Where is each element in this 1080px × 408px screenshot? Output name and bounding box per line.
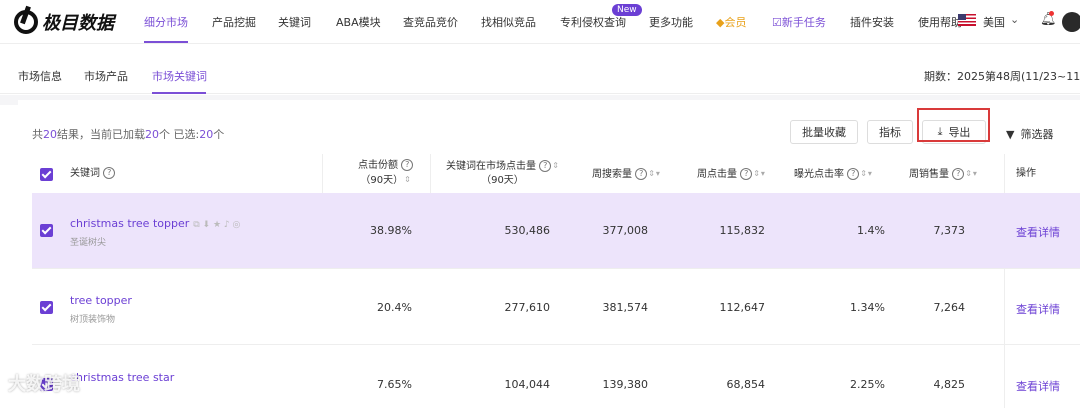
avatar[interactable]	[1062, 12, 1080, 32]
help-icon: ?	[103, 167, 116, 179]
new-badge: New	[612, 4, 642, 16]
keyword-translation: 圣诞树尖	[70, 238, 107, 248]
keyword-link[interactable]: tree topper	[70, 294, 132, 307]
us-flag-icon[interactable]	[958, 14, 976, 26]
market-clicks-value: 277,610	[504, 301, 551, 314]
chevron-down-icon[interactable]: ⌄	[1010, 13, 1019, 26]
ctr-value: 2.25%	[850, 378, 885, 391]
logo-icon	[14, 10, 38, 34]
metrics-button[interactable]: 指标	[867, 120, 913, 144]
row-checkbox[interactable]	[40, 224, 53, 237]
ctr-value: 1.4%	[857, 224, 885, 237]
weekly-search-value: 139,380	[602, 378, 649, 391]
col-keyword: 关键词 ?	[70, 167, 116, 181]
nav-help[interactable]: 使用帮助	[918, 14, 962, 30]
help-icon: ?	[635, 168, 648, 180]
tab-market-info[interactable]: 市场信息	[18, 68, 62, 84]
top-nav: 极目数据 细分市场 产品挖掘 关键词 ABA模块 查竞品竞价 找相似竞品 专利侵…	[0, 0, 1080, 44]
help-icon: ?	[847, 168, 860, 180]
market-subtabs: 市场信息 市场产品 市场关键词 期数：2025第48周(11/23~11/	[0, 54, 1080, 94]
market-clicks-value: 530,486	[504, 224, 551, 237]
checkbox-icon: ☑	[772, 16, 782, 29]
filter-icon: ▼	[1006, 128, 1015, 141]
nav-product-mining[interactable]: 产品挖掘	[212, 14, 256, 30]
table-row[interactable]: christmas tree topper ⧉ ⬇ ★ ♪ ◎ 圣诞树尖 38.9…	[32, 193, 1080, 269]
sort-icon: ⇕	[404, 175, 411, 184]
nav-similar-products[interactable]: 找相似竞品	[481, 14, 536, 30]
click-share-value: 20.4%	[377, 301, 412, 314]
sort-icon: ⇕	[552, 161, 559, 170]
weekly-clicks-value: 112,647	[719, 301, 766, 314]
weekly-sales-value: 7,264	[933, 301, 966, 314]
ctr-value: 1.34%	[850, 301, 885, 314]
view-details-link[interactable]: 查看详情	[1016, 378, 1060, 394]
nav-plugin[interactable]: 插件安装	[850, 14, 894, 30]
filter-icon: ▾	[972, 169, 977, 178]
nav-keywords[interactable]: 关键词	[278, 14, 311, 30]
col-click-share[interactable]: 点击份额 ? （90天）⇕	[358, 159, 414, 188]
keyword-tool-icons[interactable]: ⧉ ⬇ ★ ♪ ◎	[193, 220, 240, 230]
nav-competitor-bid[interactable]: 查竞品竞价	[403, 14, 458, 30]
tab-active-indicator	[152, 92, 206, 94]
col-weekly-clicks[interactable]: 周点击量 ? ⇕▾	[697, 167, 765, 182]
weekly-clicks-value: 68,854	[726, 378, 766, 391]
watermark: 大数跨境	[8, 374, 80, 395]
help-icon: ?	[401, 159, 414, 171]
result-summary: 共20结果，当前已加载20个 已选:20个	[32, 128, 225, 141]
column-divider	[322, 154, 323, 194]
filter-icon: ▾	[760, 169, 765, 178]
keyword-link[interactable]: christmas tree star	[70, 371, 174, 384]
col-ctr[interactable]: 曝光点击率 ? ⇕▾	[794, 167, 872, 182]
table-row[interactable]: tree topper 树顶装饰物 20.4% 277,610 381,574 …	[32, 269, 1080, 345]
help-icon: ?	[740, 168, 753, 180]
tab-market-products[interactable]: 市场产品	[84, 68, 128, 84]
view-details-link[interactable]: 查看详情	[1016, 224, 1060, 240]
table-header: 关键词 ? 点击份额 ? （90天）⇕ 关键词在市场点击量 ? ⇕ （90天） 周搜索…	[32, 154, 1080, 194]
col-weekly-search[interactable]: 周搜索量 ? ⇕▾	[592, 167, 660, 182]
sort-icon: ⇕	[860, 169, 867, 178]
sort-icon: ⇕	[753, 169, 760, 178]
period-label: 期数：2025第48周(11/23~11/	[924, 70, 1080, 83]
nav-active-indicator	[144, 41, 188, 43]
view-details-link[interactable]: 查看详情	[1016, 301, 1060, 317]
col-market-clicks[interactable]: 关键词在市场点击量 ? ⇕ （90天）	[446, 159, 559, 188]
weekly-search-value: 377,008	[602, 224, 649, 237]
col-action: 操作	[1016, 168, 1036, 179]
sort-icon: ⇕	[648, 169, 655, 178]
click-share-value: 7.65%	[377, 378, 412, 391]
help-icon: ?	[539, 160, 552, 172]
nav-newbie-tasks[interactable]: ☑新手任务	[772, 14, 826, 30]
filter-button[interactable]: ▼ 筛选器	[1006, 126, 1053, 142]
column-divider	[430, 154, 431, 194]
help-icon: ?	[952, 168, 965, 180]
row-checkbox[interactable]	[40, 301, 53, 314]
export-highlight-box	[917, 108, 990, 142]
logo[interactable]: 极目数据	[14, 9, 114, 35]
sort-icon: ⇕	[965, 169, 972, 178]
nav-aba[interactable]: ABA模块	[336, 14, 381, 30]
nav-segment-market[interactable]: 细分市场	[144, 14, 188, 30]
brand-name: 极目数据	[42, 13, 114, 34]
col-weekly-sales[interactable]: 周销售量 ? ⇕▾	[909, 167, 977, 182]
filter-icon: ▾	[655, 169, 660, 178]
table-row[interactable]: christmas tree star 7.65% 104,044 139,38…	[32, 346, 1080, 408]
nav-vip[interactable]: ◆会员	[716, 14, 746, 30]
keyword-link[interactable]: christmas tree topper ⧉ ⬇ ★ ♪ ◎	[70, 217, 240, 230]
nav-patent-check[interactable]: 专利侵权查询	[560, 14, 626, 30]
market-clicks-value: 104,044	[504, 378, 551, 391]
weekly-sales-value: 4,825	[933, 378, 966, 391]
batch-collect-button[interactable]: 批量收藏	[790, 120, 858, 144]
click-share-value: 38.98%	[370, 224, 412, 237]
region-select[interactable]: 美国	[983, 14, 1005, 30]
keyword-translation: 树顶装饰物	[70, 315, 116, 325]
select-all-checkbox[interactable]	[40, 168, 53, 181]
tab-market-keywords[interactable]: 市场关键词	[152, 68, 207, 84]
notification-dot	[1049, 11, 1054, 16]
filter-icon: ▾	[867, 169, 872, 178]
nav-more[interactable]: 更多功能	[649, 14, 693, 30]
weekly-clicks-value: 115,832	[719, 224, 766, 237]
weekly-sales-value: 7,373	[933, 224, 966, 237]
weekly-search-value: 381,574	[602, 301, 649, 314]
